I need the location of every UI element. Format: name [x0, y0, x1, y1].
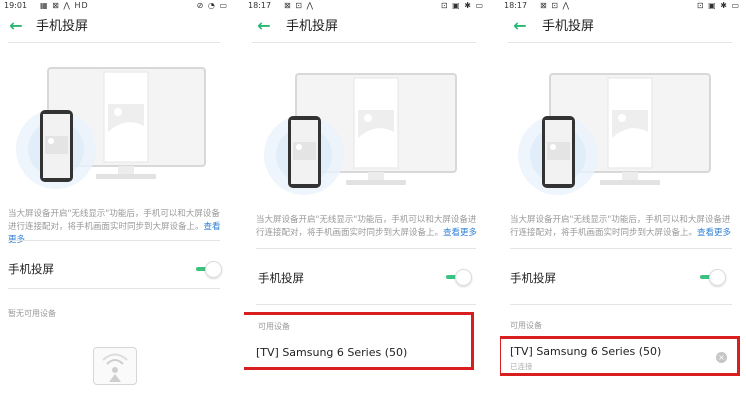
learn-more-link[interactable]: 查看更多	[697, 228, 731, 238]
page-title: 手机投屏	[36, 19, 89, 34]
highlight-box	[244, 312, 474, 370]
toggle-knob	[455, 269, 472, 286]
screenshot-panel-2: 18:17 ⊠ ⊡ ⋀ ⊡ ▣ ✱ ▭ ← 手机投屏 当大屏设备开启"无线显示"…	[244, 0, 490, 400]
description: 当大屏设备开启"无线显示"功能后，手机可以和大屏设备进行连接配对，将手机画面实时…	[8, 208, 222, 247]
status-icons: ▦ ⊠ ⋀ HD	[40, 1, 89, 10]
status-right-icons: ⊡ ▣ ✱ ▭	[696, 1, 740, 10]
cast-illustration-graphic	[518, 73, 711, 195]
screen-cast-toggle[interactable]	[196, 261, 222, 278]
status-bar: 19:01 ▦ ⊠ ⋀ HD ⊘ ◔ ▭	[0, 0, 234, 12]
screen-cast-setting-label: 手机投屏	[258, 271, 304, 285]
toggle-knob	[205, 261, 222, 278]
cast-illustration	[500, 66, 746, 196]
back-arrow-icon[interactable]: ←	[6, 16, 26, 36]
screen-cast-setting-label: 手机投屏	[8, 262, 54, 276]
screen-cast-icon-graphic	[102, 353, 128, 382]
divider	[256, 304, 476, 305]
divider	[8, 240, 220, 241]
status-right-icons: ⊘ ◔ ▭	[196, 1, 228, 10]
status-icons: ⊠ ⊡ ⋀	[540, 1, 571, 10]
available-devices-label: 可用设备	[510, 321, 542, 330]
screenshot-panel-3: 18:17 ⊠ ⊡ ⋀ ⊡ ▣ ✱ ▭ ← 手机投屏 当大屏设备开启"无线显示"…	[500, 0, 746, 400]
description-text: 当大屏设备开启"无线显示"功能后，手机可以和大屏设备进行连接配对，将手机画面实时…	[8, 209, 220, 232]
divider	[510, 304, 732, 305]
screen-cast-icon	[93, 347, 137, 385]
highlight-box	[500, 336, 740, 376]
divider	[508, 42, 732, 43]
divider	[256, 248, 476, 249]
cast-illustration	[244, 66, 490, 196]
title-bar: ← 手机投屏	[0, 12, 234, 42]
back-arrow-icon[interactable]: ←	[254, 16, 274, 36]
cast-illustration-graphic	[16, 67, 206, 189]
learn-more-link[interactable]: 查看更多	[443, 228, 477, 238]
screen-cast-toggle[interactable]	[700, 269, 726, 286]
cast-illustration	[0, 60, 234, 190]
back-arrow-icon[interactable]: ←	[510, 16, 530, 36]
status-time: 18:17	[504, 1, 528, 10]
toggle-knob	[709, 269, 726, 286]
screenshot-panel-1: 19:01 ▦ ⊠ ⋀ HD ⊘ ◔ ▭ ← 手机投屏 当大屏设备开启"无线显示…	[0, 0, 234, 400]
screen-cast-toggle[interactable]	[446, 269, 472, 286]
status-bar: 18:17 ⊠ ⊡ ⋀ ⊡ ▣ ✱ ▭	[244, 0, 490, 12]
description: 当大屏设备开启"无线显示"功能后，手机可以和大屏设备进行连接配对，将手机画面实时…	[256, 214, 478, 240]
cast-illustration-graphic	[264, 73, 457, 195]
status-bar: 18:17 ⊠ ⊡ ⋀ ⊡ ▣ ✱ ▭	[500, 0, 746, 12]
title-bar: ← 手机投屏	[244, 12, 490, 42]
title-bar: ← 手机投屏	[500, 12, 746, 42]
divider	[252, 42, 476, 43]
divider	[8, 288, 220, 289]
description: 当大屏设备开启"无线显示"功能后，手机可以和大屏设备进行连接配对，将手机画面实时…	[510, 214, 734, 240]
status-icons: ⊠ ⊡ ⋀	[284, 1, 315, 10]
divider	[8, 42, 220, 43]
status-time: 18:17	[248, 1, 272, 10]
page-title: 手机投屏	[286, 19, 339, 34]
no-devices-label: 暂无可用设备	[8, 309, 56, 318]
status-right-icons: ⊡ ▣ ✱ ▭	[440, 1, 484, 10]
screen-cast-setting-label: 手机投屏	[510, 271, 556, 285]
page-title: 手机投屏	[542, 19, 595, 34]
divider	[510, 248, 732, 249]
status-time: 19:01	[4, 1, 28, 10]
